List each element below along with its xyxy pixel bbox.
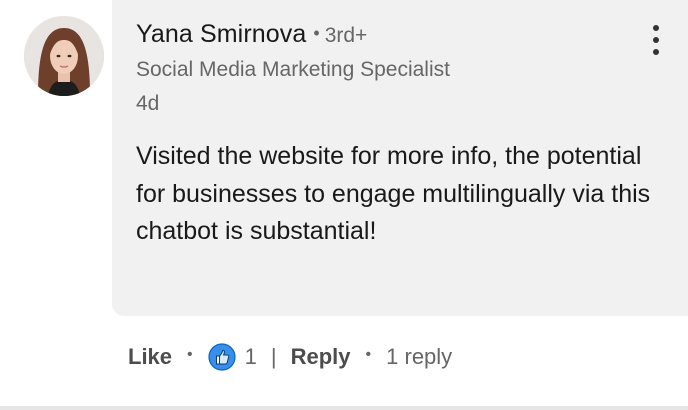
comment-screen: Yana Smirnova • 3rd+ Social Media Market… <box>0 0 688 410</box>
dot-separator: • <box>365 346 372 363</box>
divider <box>0 406 688 410</box>
reply-button[interactable]: Reply <box>291 344 351 370</box>
dot <box>653 25 659 31</box>
connection-degree: 3rd+ <box>324 24 368 47</box>
like-button[interactable]: Like <box>128 344 172 370</box>
replies-count-link[interactable]: 1 reply <box>386 344 452 370</box>
three-dots-vertical-icon[interactable] <box>642 22 670 58</box>
comment-timestamp: 4d <box>136 92 160 115</box>
dot <box>653 37 659 43</box>
author-headline: Social Media Marketing Specialist <box>136 58 450 81</box>
comment-text: Visited the website for more info, the p… <box>136 142 651 245</box>
connection-separator: • <box>313 23 320 43</box>
comment-actions: Like • 1 | Reply • 1 reply <box>128 336 452 378</box>
reaction-count[interactable]: 1 <box>245 344 257 370</box>
dot <box>653 49 659 55</box>
author-line: Yana Smirnova • 3rd+ <box>136 20 367 54</box>
pipe-separator: | <box>270 344 277 369</box>
dot-separator: • <box>187 346 193 363</box>
thumbs-up-icon[interactable] <box>208 343 236 371</box>
author-name[interactable]: Yana Smirnova <box>136 20 306 49</box>
avatar[interactable] <box>24 16 104 96</box>
profile-photo <box>24 16 104 96</box>
